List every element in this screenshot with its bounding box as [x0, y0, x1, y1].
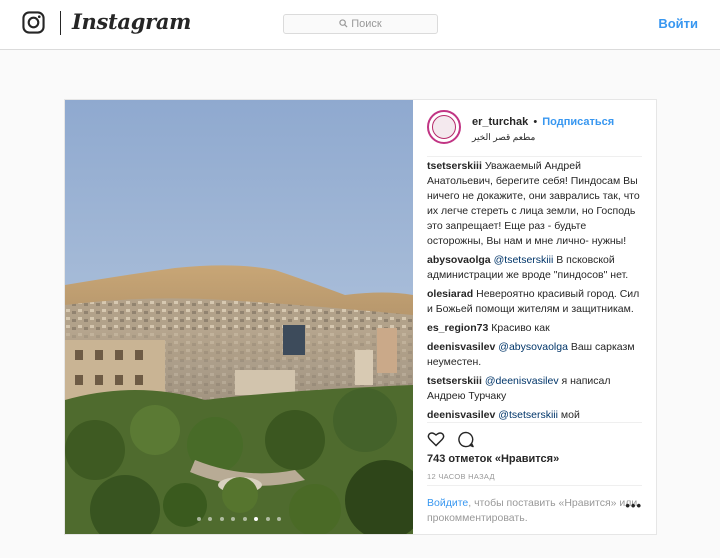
carousel-dot[interactable]: [265, 517, 270, 521]
comment-username[interactable]: tsetserskiii: [427, 375, 482, 387]
comment-username[interactable]: es_region73: [427, 322, 488, 334]
post-timestamp[interactable]: 12 ЧАСОВ НАЗАД: [427, 472, 495, 481]
comment-text: Уважаемый Андрей Анатольевич, берегите с…: [427, 160, 640, 247]
comment-username[interactable]: tsetserskiii: [427, 160, 482, 172]
comment-text: Красиво как: [491, 322, 550, 334]
comment-text: мой: [557, 409, 580, 421]
post-card: er_turchak • Подписаться مطعم قصر الخير …: [64, 99, 657, 535]
login-link[interactable]: Войти: [658, 16, 698, 31]
carousel-dot-active[interactable]: [254, 517, 259, 521]
carousel-dot[interactable]: [208, 517, 213, 521]
top-navigation-bar: Instagram Поиск Войти: [0, 0, 720, 50]
comment-username[interactable]: abysovaolga: [427, 254, 491, 266]
author-line: er_turchak • Подписаться: [472, 116, 614, 128]
login-prompt: Войдите, чтобы поставить «Нравится» или …: [427, 485, 642, 525]
login-prompt-link[interactable]: Войдите: [427, 497, 468, 509]
comment-item: tsetserskiii @deenisvasilev я написал Анд…: [427, 374, 643, 404]
search-placeholder: Поиск: [351, 18, 382, 30]
action-bar: [427, 422, 642, 453]
search-icon: [339, 19, 348, 28]
carousel-dot[interactable]: [277, 517, 282, 521]
carousel-dot[interactable]: [196, 517, 201, 521]
post-photo[interactable]: [65, 100, 413, 534]
comment-mention[interactable]: @abysovaolga: [498, 341, 568, 353]
instagram-wordmark[interactable]: Instagram: [72, 9, 191, 34]
comment-mention[interactable]: @tsetserskiii: [498, 409, 558, 421]
instagram-camera-icon[interactable]: [22, 11, 45, 34]
comment-username[interactable]: deenisvasilev: [427, 341, 495, 353]
carousel-dot[interactable]: [231, 517, 236, 521]
follow-button[interactable]: Подписаться: [542, 116, 614, 128]
comment-username[interactable]: deenisvasilev: [427, 409, 495, 421]
avatar-emblem-icon: [432, 115, 456, 139]
carousel-dot[interactable]: [219, 517, 224, 521]
avatar[interactable]: [427, 110, 461, 144]
separator-bullet: •: [533, 116, 538, 128]
comment-item: abysovaolga @tsetserskiii В псковской адм…: [427, 253, 643, 283]
post-header: er_turchak • Подписаться مطعم قصر الخير: [427, 110, 642, 157]
heart-icon[interactable]: [427, 431, 445, 447]
comment-item: deenisvasilev @abysovaolga Ваш сарказм не…: [427, 340, 643, 370]
comment-icon[interactable]: [457, 431, 475, 448]
comment-mention[interactable]: @tsetserskiii: [494, 254, 554, 266]
comment-mention[interactable]: @deenisvasilev: [485, 375, 559, 387]
carousel-indicator[interactable]: [65, 508, 413, 526]
comments-list: tsetserskiii Уважаемый Андрей Анатольевич…: [427, 159, 643, 421]
likes-count[interactable]: 743 отметок «Нравится»: [427, 453, 559, 465]
comment-item: deenisvasilev @tsetserskiii мой: [427, 408, 643, 421]
comment-item: es_region73 Красиво как: [427, 321, 643, 336]
carousel-dot[interactable]: [242, 517, 247, 521]
comment-item: tsetserskiii Уважаемый Андрей Анатольевич…: [427, 159, 643, 249]
comment-item: olesiarad Невероятно красивый город. Сил …: [427, 287, 643, 317]
location-link[interactable]: مطعم قصر الخير: [472, 132, 535, 143]
logo-divider: [60, 11, 61, 35]
city-panorama-image: [65, 100, 413, 534]
post-sidebar: er_turchak • Подписаться مطعم قصر الخير …: [413, 100, 656, 534]
author-username[interactable]: er_turchak: [472, 116, 528, 128]
comment-username[interactable]: olesiarad: [427, 288, 473, 300]
more-options-button[interactable]: •••: [625, 498, 642, 513]
search-input[interactable]: Поиск: [283, 14, 438, 34]
